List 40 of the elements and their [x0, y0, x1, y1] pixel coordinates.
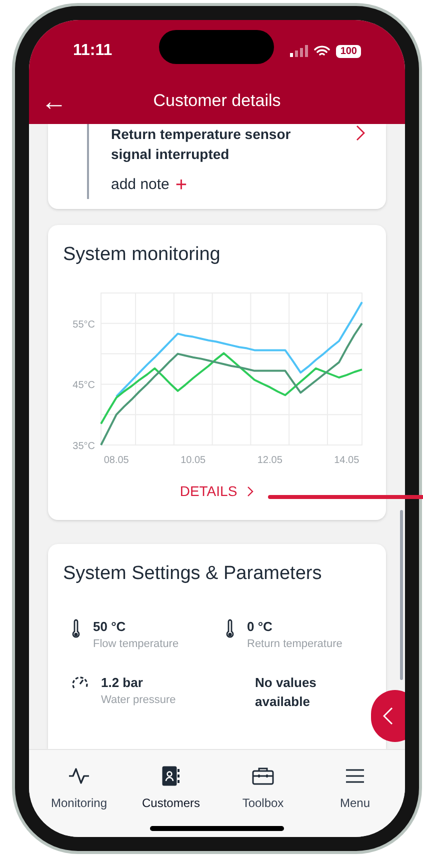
parameter-value: 50 °C — [93, 618, 127, 636]
x-axis-label: 12.05 — [257, 455, 282, 466]
add-note-button[interactable]: add note — [111, 174, 170, 196]
parameter-value: 0 °C — [247, 618, 274, 636]
nav-tab[interactable]: Toolbox — [223, 766, 303, 812]
wifi-icon — [314, 45, 330, 57]
card-title: System monitoring — [63, 242, 222, 266]
alert-message: Return temperature sensor signal interrupted — [111, 125, 292, 164]
parameter-label: Flow temperature — [93, 637, 180, 652]
x-axis-label: 10.05 — [180, 455, 206, 466]
parameter-value: 1.2 bar — [101, 674, 144, 692]
x-axis-label: 08.05 — [104, 455, 129, 466]
nav-tab[interactable]: Menu — [315, 766, 395, 812]
parameter-label: Return temperature — [247, 637, 344, 652]
nav-tab[interactable]: Customers — [131, 766, 211, 812]
pulse-icon — [68, 767, 90, 785]
parameter-value: No values available — [255, 674, 318, 711]
y-axis-label: 55°C — [72, 319, 95, 330]
header-title: Customer details — [153, 90, 281, 112]
contact-book-icon — [162, 766, 180, 786]
chevron-right-icon — [247, 486, 254, 497]
toolbox-icon — [252, 767, 274, 785]
back-button[interactable]: ← — [41, 88, 67, 114]
gauge-icon — [71, 674, 89, 690]
y-axis-label: 45°C — [72, 380, 95, 392]
status-time: 11:11 — [73, 41, 112, 61]
plus-icon[interactable]: + — [175, 175, 188, 196]
card-title: System Settings & Parameters — [63, 562, 323, 586]
details-link[interactable]: DETAILS — [180, 481, 254, 502]
nav-tab[interactable]: Monitoring — [39, 766, 119, 812]
battery-level: 100 — [336, 44, 361, 58]
parameter-label: Water pressure — [101, 693, 177, 708]
x-axis-label: 14.05 — [334, 455, 360, 466]
menu-icon — [345, 768, 365, 784]
y-axis-label: 35°C — [72, 441, 95, 452]
thermometer-icon — [225, 618, 235, 638]
chevron-left-icon — [383, 707, 393, 725]
chevron-right-icon[interactable] — [356, 125, 366, 141]
signal-icon — [290, 45, 308, 57]
thermometer-icon — [71, 618, 81, 638]
